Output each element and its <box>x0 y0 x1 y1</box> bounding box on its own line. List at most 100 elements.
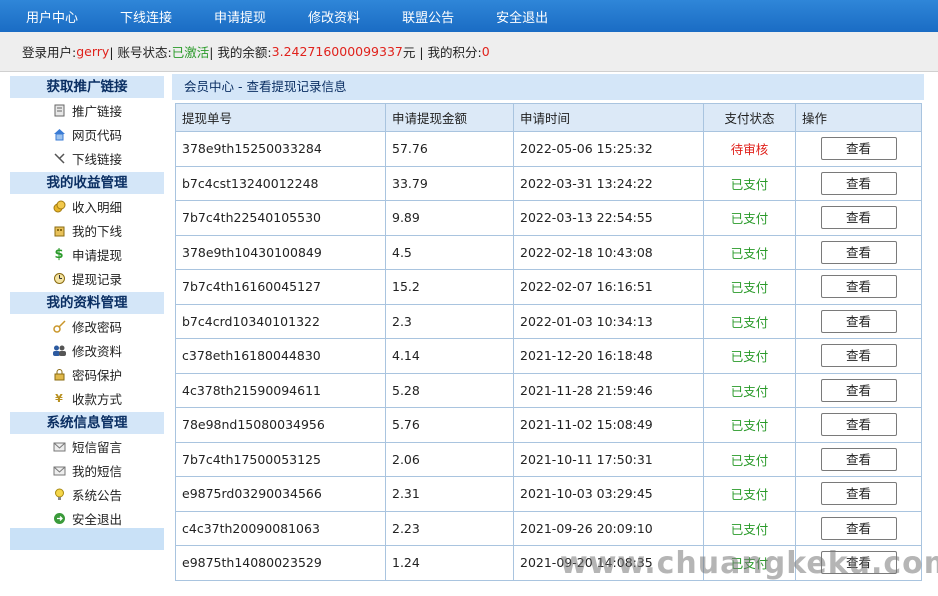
action-cell: 查看 <box>795 131 922 167</box>
status-cell: 已支付 <box>703 269 796 305</box>
sidebar-item-payment-method[interactable]: ¥ 收款方式 <box>10 386 164 410</box>
action-cell: 查看 <box>795 441 922 477</box>
amount-cell: 2.31 <box>385 476 514 512</box>
users-icon <box>52 343 66 357</box>
view-button[interactable]: 查看 <box>820 206 897 230</box>
document-icon <box>52 103 66 117</box>
action-cell: 查看 <box>795 200 922 236</box>
clock-icon <box>52 271 66 285</box>
amount-cell: 5.76 <box>385 407 514 443</box>
sidebar-item-label: 系统公告 <box>72 487 123 503</box>
sidebar-item-downline-link[interactable]: 下线链接 <box>10 146 164 170</box>
sidebar-item-label: 修改资料 <box>72 343 123 359</box>
section-title-profile: 我的资料管理 <box>10 292 164 314</box>
column-header-amount: 申请提现金额 <box>385 103 514 132</box>
withdraw-id-cell: e9875rd03290034566 <box>175 476 386 512</box>
view-button[interactable]: 查看 <box>820 482 897 506</box>
view-button[interactable]: 查看 <box>820 413 897 437</box>
sidebar-item-edit-profile[interactable]: 修改资料 <box>10 338 164 362</box>
view-button[interactable]: 查看 <box>820 240 897 264</box>
table-row: b7c4cst13240012248 33.79 2022-03-31 13:24:… <box>175 165 922 201</box>
sidebar-item-web-code[interactable]: 网页代码 <box>10 122 164 146</box>
sidebar-item-system-notice[interactable]: 系统公告 <box>10 482 164 506</box>
table-row: 78e98nd15080034956 5.76 2021-11-02 15:08:4… <box>175 407 922 443</box>
view-button[interactable]: 查看 <box>820 344 897 368</box>
nav-withdraw-request[interactable]: 申请提现 <box>214 7 266 26</box>
balance-value: 3.242716000099337 <box>271 44 403 59</box>
withdraw-id-cell: 4c378th21590094611 <box>175 372 386 408</box>
sidebar-item-change-password[interactable]: 修改密码 <box>10 314 164 338</box>
nav-user-center[interactable]: 用户中心 <box>26 7 78 26</box>
section-title-system: 系统信息管理 <box>10 412 164 434</box>
sidebar-item-label: 修改密码 <box>72 319 123 335</box>
sidebar-item-sms-message[interactable]: 短信留言 <box>10 434 164 458</box>
sidebar-item-my-sms[interactable]: 我的短信 <box>10 458 164 482</box>
sidebar-item-label: 申请提现 <box>72 247 123 263</box>
nav-announcement[interactable]: 联盟公告 <box>402 7 454 26</box>
view-button[interactable]: 查看 <box>820 447 897 471</box>
withdraw-id-cell: 7b7c4th16160045127 <box>175 269 386 305</box>
status-cell: 已支付 <box>703 510 796 546</box>
view-button[interactable]: 查看 <box>820 378 897 402</box>
nav-downline-link[interactable]: 下线连接 <box>120 7 172 26</box>
sidebar-item-withdraw-records[interactable]: 提现记录 <box>10 266 164 290</box>
time-cell: 2022-02-07 16:16:51 <box>513 269 704 305</box>
table-header-row: 提现单号 申请提现金额 申请时间 支付状态 操作 <box>175 103 922 132</box>
amount-cell: 5.28 <box>385 372 514 408</box>
status-cell: 已支付 <box>703 303 796 339</box>
time-cell: 2021-12-20 16:18:48 <box>513 338 704 374</box>
time-cell: 2022-05-06 15:25:32 <box>513 131 704 167</box>
sidebar-item-promo-link[interactable]: 推广链接 <box>10 98 164 122</box>
sidebar-item-my-downline[interactable]: 我的下线 <box>10 218 164 242</box>
time-cell: 2021-11-02 15:08:49 <box>513 407 704 443</box>
time-cell: 2022-02-18 10:43:08 <box>513 234 704 270</box>
sidebar-item-apply-withdraw[interactable]: $ 申请提现 <box>10 242 164 266</box>
view-button[interactable]: 查看 <box>820 171 897 195</box>
view-button[interactable]: 查看 <box>820 137 897 161</box>
amount-cell: 2.3 <box>385 303 514 339</box>
section-title-earnings: 我的收益管理 <box>10 172 164 194</box>
withdraw-id-cell: c4c37th20090081063 <box>175 510 386 546</box>
nav-logout[interactable]: 安全退出 <box>496 7 548 26</box>
coins-icon <box>52 199 66 213</box>
view-button[interactable]: 查看 <box>820 516 897 540</box>
yen-icon: ¥ <box>55 391 63 405</box>
view-button[interactable]: 查看 <box>820 309 897 333</box>
time-cell: 2022-03-31 13:24:22 <box>513 165 704 201</box>
withdraw-id-cell: 7b7c4th17500053125 <box>175 441 386 477</box>
amount-cell: 4.14 <box>385 338 514 374</box>
sidebar-item-logout[interactable]: 安全退出 <box>10 506 164 530</box>
sidebar-item-label: 安全退出 <box>72 511 123 527</box>
status-cell: 已支付 <box>703 165 796 201</box>
sidebar-item-password-protect[interactable]: 密码保护 <box>10 362 164 386</box>
exit-icon <box>52 511 66 525</box>
withdraw-id-cell: 378e9th15250033284 <box>175 131 386 167</box>
time-cell: 2021-10-03 03:29:45 <box>513 476 704 512</box>
table-row: b7c4crd10340101322 2.3 2022-01-03 10:34:13… <box>175 303 922 339</box>
withdraw-id-cell: e9875th14080023529 <box>175 545 386 581</box>
amount-cell: 33.79 <box>385 165 514 201</box>
withdraw-id-cell: 378e9th10430100849 <box>175 234 386 270</box>
action-cell: 查看 <box>795 165 922 201</box>
withdraw-id-cell: c378eth16180044830 <box>175 338 386 374</box>
table-row: 4c378th21590094611 5.28 2021-11-28 21:59:4… <box>175 372 922 408</box>
dollar-icon: $ <box>54 246 64 262</box>
view-button[interactable]: 查看 <box>820 275 897 299</box>
table-row: 7b7c4th22540105530 9.89 2022-03-13 22:54:5… <box>175 200 922 236</box>
amount-cell: 2.23 <box>385 510 514 546</box>
nav-edit-profile[interactable]: 修改资料 <box>308 7 360 26</box>
withdraw-id-cell: b7c4cst13240012248 <box>175 165 386 201</box>
sidebar-item-income-detail[interactable]: 收入明细 <box>10 194 164 218</box>
withdraw-records-table: 提现单号 申请提现金额 申请时间 支付状态 操作 378e9th15250033… <box>175 103 922 581</box>
amount-cell: 4.5 <box>385 234 514 270</box>
table-row: e9875rd03290034566 2.31 2021-10-03 03:29:4… <box>175 476 922 512</box>
sidebar-item-label: 推广链接 <box>72 103 123 119</box>
table-row: 378e9th10430100849 4.5 2022-02-18 10:43:08… <box>175 234 922 270</box>
page-title: 会员中心 - 查看提现记录信息 <box>172 74 924 100</box>
table-row: 7b7c4th16160045127 15.2 2022-02-07 16:16:5… <box>175 269 922 305</box>
table-row: 378e9th15250033284 57.76 2022-05-06 15:25:… <box>175 131 922 167</box>
action-cell: 查看 <box>795 407 922 443</box>
withdraw-id-cell: 78e98nd15080034956 <box>175 407 386 443</box>
sidebar-item-label: 下线链接 <box>72 151 123 167</box>
status-cell: 待审核 <box>703 131 796 167</box>
